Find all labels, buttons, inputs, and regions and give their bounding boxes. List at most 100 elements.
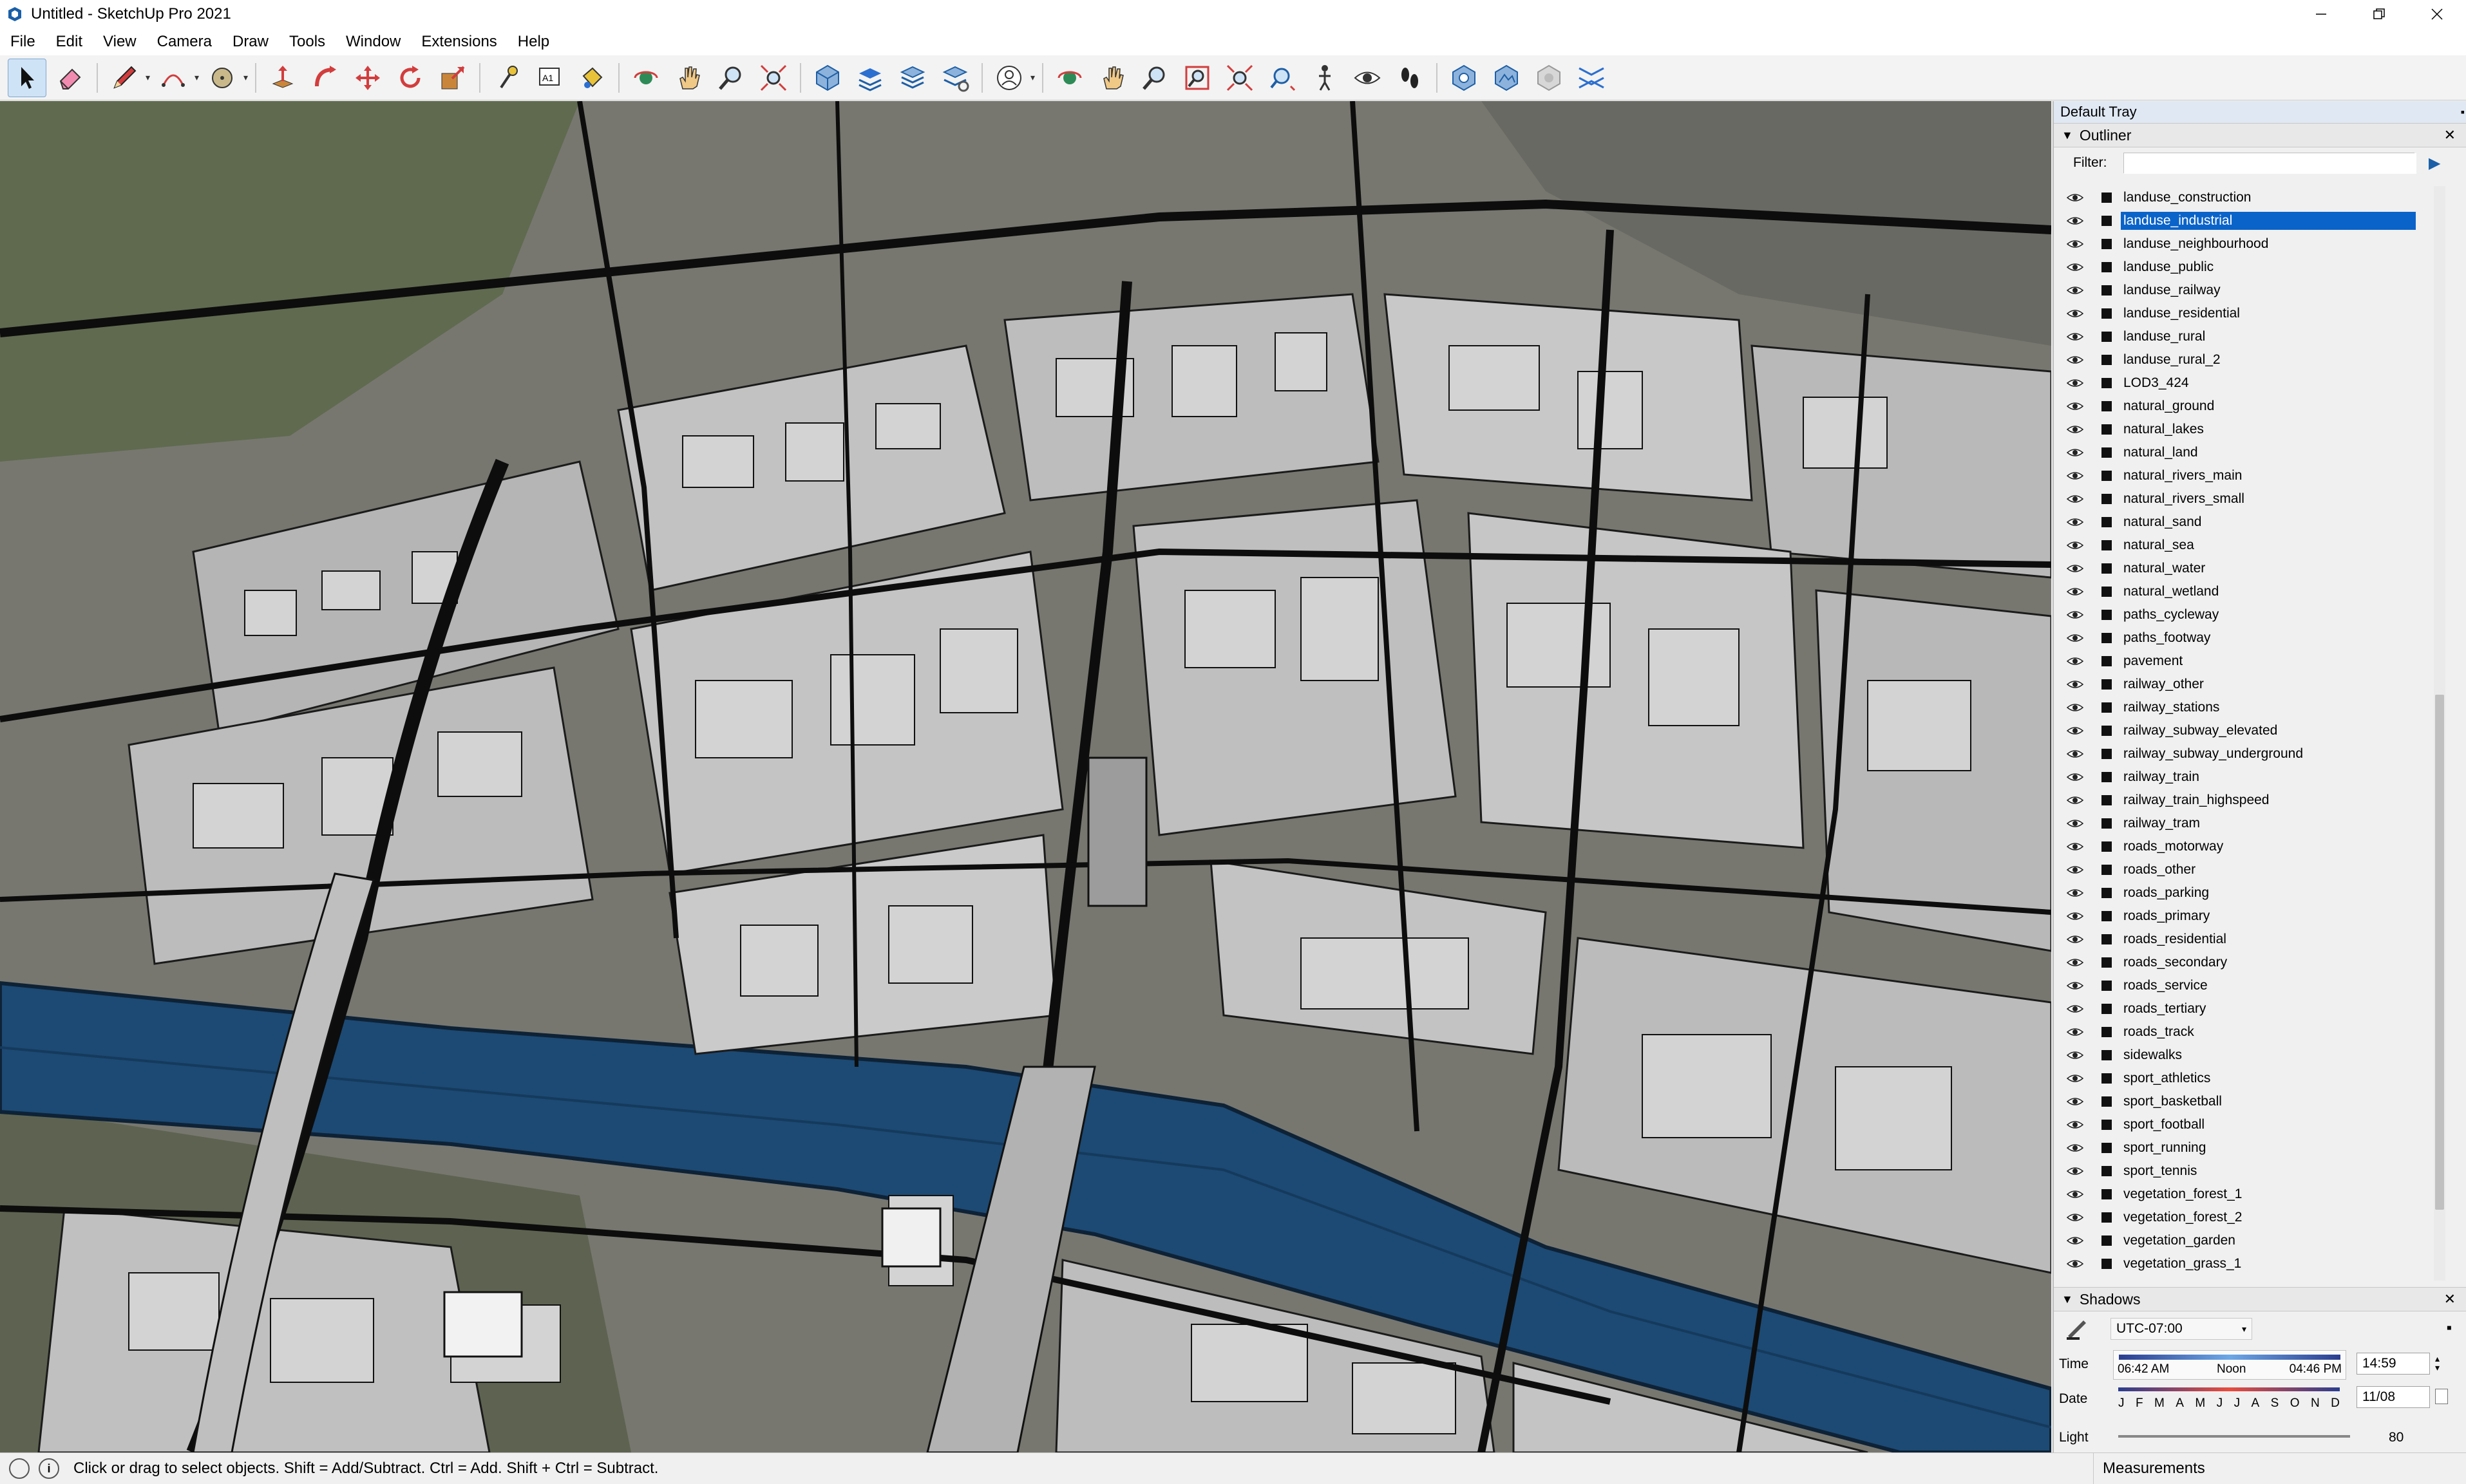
- visibility-eye-icon[interactable]: [2067, 911, 2087, 921]
- visibility-eye-icon[interactable]: [2067, 726, 2087, 736]
- visibility-eye-icon[interactable]: [2067, 957, 2087, 968]
- outliner-row[interactable]: railway_train: [2054, 765, 2447, 789]
- outliner-row[interactable]: roads_motorway: [2054, 835, 2447, 858]
- tape-measure-tool-button[interactable]: [488, 59, 526, 97]
- zoom-tool-button-2[interactable]: [1136, 59, 1173, 97]
- outliner-row[interactable]: sport_football: [2054, 1113, 2447, 1136]
- menu-draw[interactable]: Draw: [222, 33, 279, 51]
- outliner-row[interactable]: landuse_public: [2054, 256, 2447, 279]
- visibility-eye-icon[interactable]: [2067, 262, 2087, 272]
- menu-file[interactable]: File: [0, 33, 46, 51]
- pin-icon[interactable]: ▪: [2461, 106, 2465, 119]
- info-icon[interactable]: i: [39, 1458, 59, 1479]
- visibility-eye-icon[interactable]: [2067, 818, 2087, 829]
- outliner-row[interactable]: landuse_residential: [2054, 302, 2447, 325]
- line-tool-dropdown[interactable]: ▾: [146, 59, 152, 97]
- outliner-row[interactable]: roads_secondary: [2054, 951, 2447, 974]
- orbit-tool-button-2[interactable]: [1051, 59, 1088, 97]
- visibility-eye-icon[interactable]: [2067, 355, 2087, 365]
- visibility-eye-icon[interactable]: [2067, 563, 2087, 574]
- outliner-row[interactable]: landuse_construction: [2054, 186, 2447, 209]
- visibility-eye-icon[interactable]: [2067, 285, 2087, 296]
- visibility-eye-icon[interactable]: [2067, 332, 2087, 342]
- visibility-eye-icon[interactable]: [2067, 1235, 2087, 1246]
- visibility-eye-icon[interactable]: [2067, 1259, 2087, 1269]
- outliner-row[interactable]: sport_running: [2054, 1136, 2447, 1160]
- time-slider[interactable]: 06:42 AM Noon 04:46 PM: [2113, 1350, 2346, 1380]
- outliner-row[interactable]: sport_tennis: [2054, 1160, 2447, 1183]
- visibility-eye-icon[interactable]: [2067, 679, 2087, 690]
- outliner-row[interactable]: LOD3_424: [2054, 371, 2447, 395]
- visibility-eye-icon[interactable]: [2067, 841, 2087, 852]
- visibility-eye-icon[interactable]: [2067, 494, 2087, 504]
- outliner-row[interactable]: railway_stations: [2054, 696, 2447, 719]
- outliner-row[interactable]: vegetation_garden: [2054, 1229, 2447, 1252]
- visibility-eye-icon[interactable]: [2067, 1189, 2087, 1199]
- outliner-row[interactable]: railway_subway_underground: [2054, 742, 2447, 765]
- menu-view[interactable]: View: [93, 33, 147, 51]
- shadow-toggle-icon[interactable]: [2064, 1317, 2090, 1342]
- close-button[interactable]: [2408, 0, 2466, 28]
- maximize-button[interactable]: [2350, 0, 2408, 28]
- outliner-header[interactable]: ▼ Outliner ✕: [2054, 123, 2466, 147]
- visibility-eye-icon[interactable]: [2067, 934, 2087, 944]
- visibility-eye-icon[interactable]: [2067, 656, 2087, 666]
- pan-tool-button-2[interactable]: [1094, 59, 1131, 97]
- iso-view-button[interactable]: [809, 59, 846, 97]
- outliner-tree[interactable]: landuse_construction landuse_industrial la…: [2054, 186, 2447, 1281]
- eraser-tool-button[interactable]: [52, 59, 89, 97]
- visibility-eye-icon[interactable]: [2067, 1073, 2087, 1084]
- outliner-row[interactable]: roads_residential: [2054, 928, 2447, 951]
- visibility-eye-icon[interactable]: [2067, 239, 2087, 249]
- terrain-button[interactable]: [1488, 59, 1525, 97]
- light-slider[interactable]: [2118, 1435, 2350, 1438]
- visibility-eye-icon[interactable]: [2067, 424, 2087, 435]
- outliner-row[interactable]: roads_primary: [2054, 905, 2447, 928]
- menu-window[interactable]: Window: [336, 33, 411, 51]
- outliner-row[interactable]: railway_train_highspeed: [2054, 789, 2447, 812]
- visibility-eye-icon[interactable]: [2067, 1143, 2087, 1153]
- outliner-row[interactable]: landuse_rural_2: [2054, 348, 2447, 371]
- visibility-eye-icon[interactable]: [2067, 772, 2087, 782]
- visibility-eye-icon[interactable]: [2067, 216, 2087, 226]
- rotate-tool-button[interactable]: [392, 59, 429, 97]
- filter-input[interactable]: [2124, 153, 2416, 174]
- paint-bucket-tool-button[interactable]: [573, 59, 611, 97]
- outliner-row[interactable]: landuse_railway: [2054, 279, 2447, 302]
- menu-edit[interactable]: Edit: [46, 33, 93, 51]
- outliner-row[interactable]: railway_subway_elevated: [2054, 719, 2447, 742]
- outliner-row[interactable]: vegetation_grass_1: [2054, 1252, 2447, 1275]
- outliner-row[interactable]: roads_tertiary: [2054, 997, 2447, 1020]
- visibility-eye-icon[interactable]: [2067, 308, 2087, 319]
- visibility-eye-icon[interactable]: [2067, 447, 2087, 458]
- outliner-row[interactable]: natural_sea: [2054, 534, 2447, 557]
- visibility-eye-icon[interactable]: [2067, 1096, 2087, 1107]
- outliner-row[interactable]: railway_other: [2054, 673, 2447, 696]
- outliner-row[interactable]: pavement: [2054, 650, 2447, 673]
- visibility-eye-icon[interactable]: [2067, 1166, 2087, 1176]
- outliner-row[interactable]: natural_land: [2054, 441, 2447, 464]
- outliner-row[interactable]: sport_athletics: [2054, 1067, 2447, 1090]
- time-input[interactable]: 14:59: [2357, 1353, 2430, 1375]
- previous-view-button[interactable]: [1264, 59, 1301, 97]
- zoom-tool-button[interactable]: [712, 59, 750, 97]
- visibility-eye-icon[interactable]: [2067, 1027, 2087, 1037]
- date-input[interactable]: 11/08: [2357, 1386, 2430, 1408]
- close-outliner-icon[interactable]: ✕: [2444, 127, 2456, 144]
- walk-button[interactable]: [1391, 59, 1428, 97]
- outliner-row[interactable]: paths_cycleway: [2054, 603, 2447, 626]
- outliner-row[interactable]: natural_ground: [2054, 395, 2447, 418]
- photo-textures-button[interactable]: [1530, 59, 1568, 97]
- top-view-button[interactable]: [851, 59, 889, 97]
- visibility-eye-icon[interactable]: [2067, 193, 2087, 203]
- visibility-eye-icon[interactable]: [2067, 633, 2087, 643]
- visibility-eye-icon[interactable]: [2067, 471, 2087, 481]
- outliner-options-icon[interactable]: ▶: [2429, 154, 2440, 173]
- orbit-tool-button[interactable]: [627, 59, 665, 97]
- outliner-row[interactable]: roads_parking: [2054, 881, 2447, 905]
- select-tool-button[interactable]: [8, 58, 46, 97]
- zoom-extents-tool-button-2[interactable]: [1221, 59, 1258, 97]
- outliner-row[interactable]: landuse_rural: [2054, 325, 2447, 348]
- timezone-select[interactable]: UTC-07:00 ▾: [2110, 1318, 2252, 1340]
- minimize-button[interactable]: [2292, 0, 2350, 28]
